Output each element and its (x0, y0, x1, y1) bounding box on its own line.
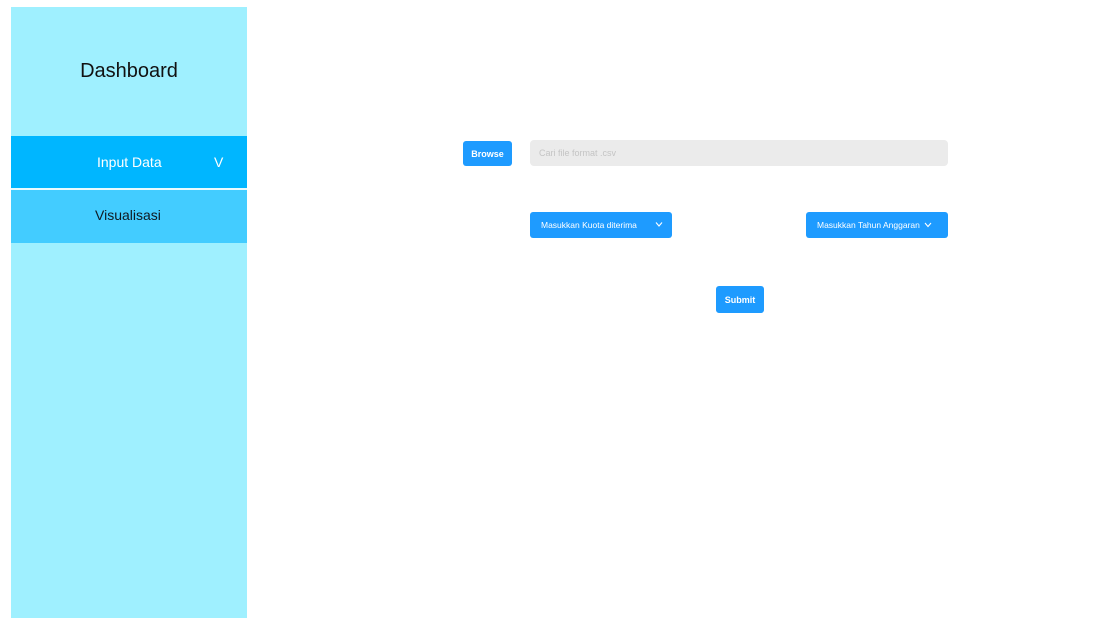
kuota-dropdown[interactable]: Masukkan Kuota diterima (530, 212, 672, 238)
tahun-dropdown-label: Masukkan Tahun Anggaran (817, 220, 920, 230)
chevron-down-icon (655, 221, 663, 230)
sidebar-item-label: Visualisasi (95, 206, 161, 223)
sidebar-item-input-data[interactable]: Input Data V (11, 136, 247, 188)
sidebar-title: Dashboard (80, 60, 178, 82)
sidebar-item-label: Input Data (97, 154, 162, 170)
kuota-dropdown-label: Masukkan Kuota diterima (541, 220, 637, 230)
file-path-input[interactable] (530, 140, 948, 166)
chevron-down-icon: V (214, 154, 224, 170)
submit-button[interactable]: Submit (716, 286, 764, 313)
tahun-anggaran-dropdown[interactable]: Masukkan Tahun Anggaran (806, 212, 948, 238)
chevron-down-icon (924, 221, 932, 230)
browse-button[interactable]: Browse (463, 141, 512, 166)
sidebar: Dashboard Input Data V Visualisasi (11, 7, 247, 618)
sidebar-item-visualisasi[interactable]: Visualisasi (11, 190, 247, 243)
